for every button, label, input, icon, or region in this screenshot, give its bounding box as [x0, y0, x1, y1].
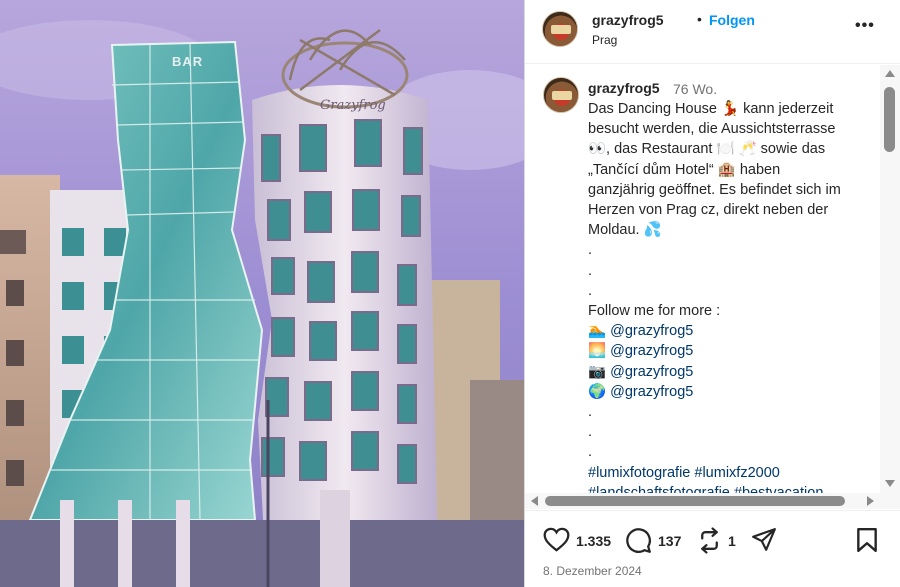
caption-dot: . — [588, 404, 593, 421]
comment-count[interactable]: 137 — [658, 533, 681, 549]
caption-dot: . — [588, 282, 593, 299]
caption-dot: . — [588, 242, 593, 259]
hashtag-line[interactable]: #lumixfotografie #lumixfz2000 — [588, 463, 870, 483]
hashtag-line[interactable]: #landschaftsfotografie #bestvacation — [588, 483, 870, 493]
repost-count[interactable]: 1 — [728, 533, 736, 549]
caption-dot: . — [588, 444, 593, 461]
follow-row: 🌅 @grazyfrog5 — [588, 341, 870, 361]
follow-row: 🌍 @grazyfrog5 — [588, 382, 870, 402]
repost-icon[interactable] — [697, 527, 722, 554]
mention-link[interactable]: @grazyfrog5 — [610, 364, 693, 380]
vertical-scrollbar[interactable] — [880, 65, 900, 493]
caption-avatar[interactable] — [543, 77, 579, 113]
header-username[interactable]: grazyfrog5 — [592, 12, 664, 28]
follow-row: 📷 @grazyfrog5 — [588, 362, 870, 382]
follow-row: 🏊 @grazyfrog5 — [588, 321, 870, 341]
scroll-right-arrow-icon[interactable] — [867, 496, 874, 506]
camera-icon: 📷 — [588, 363, 607, 380]
photo-watermark: Grazyfrog — [320, 98, 386, 113]
scroll-left-arrow-icon[interactable] — [531, 496, 538, 506]
caption-line: Follow me for more : — [588, 303, 721, 320]
caption-line: Das Dancing House 💃 kann jederzeit — [588, 101, 834, 117]
caption-username[interactable]: grazyfrog5 — [588, 80, 660, 96]
caption-line: „Tančící dům Hotel“ 🏨 haben — [588, 161, 781, 178]
post-details-panel: grazyfrog5 • Folgen Prag ••• grazyfrog5 … — [524, 0, 900, 587]
dancing-house-photo — [0, 0, 524, 587]
caption-line: Moldau. 💦 — [588, 222, 662, 239]
caption-line: ganzjährig geöffnet. Es befindet sich im — [588, 181, 841, 198]
caption-text: Das Dancing House 💃 kann jederzeit besuc… — [588, 99, 870, 493]
follow-button[interactable]: Folgen — [709, 12, 755, 28]
avatar[interactable] — [542, 11, 578, 47]
mention-link[interactable]: @grazyfrog5 — [610, 343, 693, 359]
comment-icon[interactable] — [625, 527, 652, 554]
scroll-down-arrow-icon[interactable] — [885, 480, 895, 487]
post-actions-bar: 1.335 137 1 8. Dezember 2024 — [525, 510, 900, 587]
save-bookmark-icon[interactable] — [856, 527, 878, 553]
photo-sign-text: BAR — [172, 54, 204, 69]
caption-line: 👀, das Restaurant 🍽️ 🥂 sowie das — [588, 141, 826, 158]
globe-icon: 🌍 — [588, 383, 607, 400]
header-separator: • — [697, 11, 702, 27]
caption-timestamp: 76 Wo. — [673, 81, 718, 97]
sunrise-icon: 🌅 — [588, 343, 607, 360]
caption-dot: . — [588, 424, 593, 441]
scroll-up-arrow-icon[interactable] — [885, 70, 895, 77]
caption-line: besucht werden, die Aussichtsterrasse — [588, 121, 836, 138]
horizontal-scrollbar[interactable] — [525, 493, 880, 509]
share-send-icon[interactable] — [751, 527, 777, 553]
vertical-scroll-thumb[interactable] — [884, 87, 895, 152]
mention-link[interactable]: @grazyfrog5 — [610, 323, 693, 339]
like-count[interactable]: 1.335 — [576, 533, 611, 549]
post-photo[interactable]: BAR Grazyfrog — [0, 0, 524, 587]
mention-link[interactable]: @grazyfrog5 — [610, 384, 693, 400]
post-header: grazyfrog5 • Folgen Prag ••• — [525, 0, 900, 64]
like-heart-icon[interactable] — [543, 527, 570, 552]
horizontal-scroll-thumb[interactable] — [545, 496, 845, 506]
location-link[interactable]: Prag — [592, 33, 617, 47]
caption-scroll-area[interactable]: grazyfrog5 76 Wo. Das Dancing House 💃 ka… — [525, 65, 880, 493]
swimmer-icon: 🏊 — [588, 323, 607, 340]
caption-line: Herzen von Prag cz, direkt neben der — [588, 202, 829, 219]
caption-dot: . — [588, 262, 593, 279]
more-options-icon[interactable]: ••• — [855, 17, 875, 35]
post-date: 8. Dezember 2024 — [543, 564, 642, 578]
scroll-corner — [880, 493, 900, 509]
